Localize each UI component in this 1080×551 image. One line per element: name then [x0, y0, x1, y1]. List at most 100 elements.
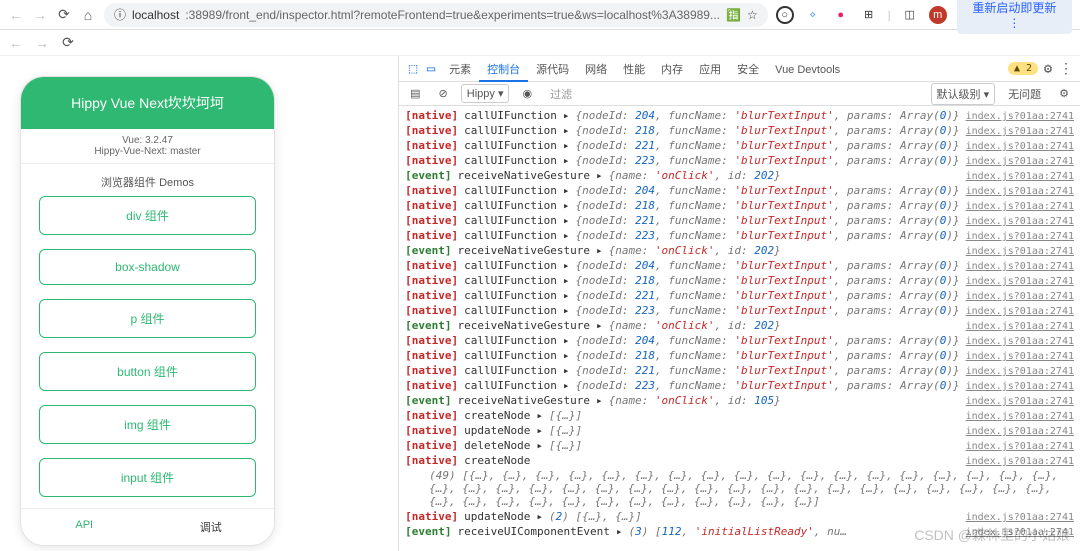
component-item[interactable]: div 组件 [39, 196, 256, 235]
console-row[interactable]: [native]callUIFunction▸{nodeId: 223, fun… [399, 228, 1080, 243]
log-source-link[interactable]: index.js?01aa:2741 [966, 351, 1074, 362]
devtools-tab[interactable]: 性能 [615, 60, 653, 80]
console-row[interactable]: [native]callUIFunction▸{nodeId: 204, fun… [399, 108, 1080, 123]
log-source-link[interactable]: index.js?01aa:2741 [966, 381, 1074, 392]
console-row[interactable]: [native]callUIFunction▸{nodeId: 223, fun… [399, 303, 1080, 318]
log-source-link[interactable]: index.js?01aa:2741 [966, 171, 1074, 182]
log-source-link[interactable]: index.js?01aa:2741 [966, 186, 1074, 197]
component-item[interactable]: box-shadow [39, 249, 256, 285]
log-source-link[interactable]: index.js?01aa:2741 [966, 141, 1074, 152]
log-source-link[interactable]: index.js?01aa:2741 [966, 441, 1074, 452]
profile-avatar[interactable]: m [929, 6, 947, 24]
console-row[interactable]: [native]callUIFunction▸{nodeId: 218, fun… [399, 123, 1080, 138]
star-icon[interactable]: ☆ [747, 8, 758, 22]
log-level-selector[interactable]: 默认级别 ▾ [931, 83, 996, 105]
console-row[interactable]: [native]callUIFunction▸{nodeId: 204, fun… [399, 258, 1080, 273]
console-row[interactable]: [native]callUIFunction▸{nodeId: 223, fun… [399, 378, 1080, 393]
console-row[interactable]: [native]callUIFunction▸{nodeId: 204, fun… [399, 183, 1080, 198]
warning-count[interactable]: ▲ 2 [1008, 62, 1038, 75]
clear-console-icon[interactable]: ⊘ [434, 85, 453, 102]
address-bar[interactable]: ⓘ localhost :38989/front_end/inspector.h… [104, 3, 768, 27]
settings-icon[interactable]: ⚙ [1040, 61, 1056, 77]
console-row[interactable]: [native]callUIFunction▸{nodeId: 221, fun… [399, 363, 1080, 378]
devtools-tab[interactable]: 控制台 [479, 60, 528, 82]
console-row[interactable]: [native]callUIFunction▸{nodeId: 221, fun… [399, 213, 1080, 228]
log-source-link[interactable]: index.js?01aa:2741 [966, 336, 1074, 347]
devtools-tab[interactable]: 网络 [577, 60, 615, 80]
inspect-icon[interactable]: ⬚ [405, 61, 421, 77]
log-source-link[interactable]: index.js?01aa:2741 [966, 246, 1074, 257]
devtools-tab[interactable]: 安全 [729, 60, 767, 80]
log-source-link[interactable]: index.js?01aa:2741 [966, 396, 1074, 407]
log-source-link[interactable]: index.js?01aa:2741 [966, 276, 1074, 287]
log-source-link[interactable]: index.js?01aa:2741 [966, 201, 1074, 212]
panel-icon[interactable]: ◫ [901, 6, 919, 24]
console-settings-icon[interactable]: ⚙ [1054, 85, 1074, 102]
log-source-link[interactable]: index.js?01aa:2741 [966, 216, 1074, 227]
console-row[interactable]: [native]callUIFunction▸{nodeId: 218, fun… [399, 198, 1080, 213]
device-toggle-icon[interactable]: ▭ [423, 61, 439, 77]
component-item[interactable]: p 组件 [39, 299, 256, 338]
ext-icon-2[interactable]: ⋄ [804, 6, 822, 24]
log-source-link[interactable]: index.js?01aa:2741 [966, 111, 1074, 122]
log-source-link[interactable]: index.js?01aa:2741 [966, 512, 1074, 523]
log-source-link[interactable]: index.js?01aa:2741 [966, 156, 1074, 167]
console-row[interactable]: [event]receiveNativeGesture▸{name: 'onCl… [399, 168, 1080, 183]
console-row[interactable]: [native]callUIFunction▸{nodeId: 221, fun… [399, 138, 1080, 153]
console-output[interactable]: [native]callUIFunction▸{nodeId: 204, fun… [399, 106, 1080, 551]
update-button[interactable]: 重新启动即更新 ⋮ [957, 0, 1072, 34]
log-source-link[interactable]: index.js?01aa:2741 [966, 411, 1074, 422]
sub-back-icon[interactable]: ← [8, 35, 24, 51]
log-source-link[interactable]: index.js?01aa:2741 [966, 456, 1074, 467]
ext-icon-4[interactable]: ⊞ [860, 6, 878, 24]
console-row[interactable]: [native]deleteNode▸[{…}]index.js?01aa:27… [399, 438, 1080, 453]
component-item[interactable]: img 组件 [39, 405, 256, 444]
log-fn: callUIFunction [464, 154, 557, 167]
more-icon[interactable]: ⋮ [1058, 61, 1074, 77]
context-selector[interactable]: Hippy ▾ [461, 84, 510, 103]
tab-api[interactable]: API [21, 509, 148, 545]
sub-forward-icon[interactable]: → [34, 35, 50, 51]
devtools-tab[interactable]: 源代码 [528, 60, 577, 80]
component-list[interactable]: div 组件 box-shadow p 组件 button 组件 img 组件 input… [21, 196, 274, 508]
filter-input[interactable]: 过滤 [545, 84, 577, 104]
log-source-link[interactable]: index.js?01aa:2741 [966, 291, 1074, 302]
sub-reload-icon[interactable]: ⟳ [60, 35, 76, 51]
console-row[interactable]: [native]updateNode▸[{…}]index.js?01aa:27… [399, 423, 1080, 438]
log-source-link[interactable]: index.js?01aa:2741 [966, 126, 1074, 137]
back-icon[interactable]: ← [8, 7, 24, 23]
component-item[interactable]: input 组件 [39, 458, 256, 497]
log-source-link[interactable]: index.js?01aa:2741 [966, 261, 1074, 272]
console-row[interactable]: [native]callUIFunction▸{nodeId: 218, fun… [399, 348, 1080, 363]
console-row[interactable]: [event]receiveNativeGesture▸{name: 'onCl… [399, 243, 1080, 258]
console-row[interactable]: [native]callUIFunction▸{nodeId: 204, fun… [399, 333, 1080, 348]
reload-icon[interactable]: ⟳ [56, 7, 72, 23]
info-icon[interactable]: ⓘ [114, 6, 126, 23]
log-source-link[interactable]: index.js?01aa:2741 [966, 306, 1074, 317]
devtools-tab[interactable]: Vue Devtools [767, 60, 848, 80]
devtools-tab[interactable]: 应用 [691, 60, 729, 80]
home-icon[interactable]: ⌂ [80, 7, 96, 23]
console-row[interactable]: [native]createNodeindex.js?01aa:2741 [399, 453, 1080, 468]
log-source-link[interactable]: index.js?01aa:2741 [966, 426, 1074, 437]
log-source-link[interactable]: index.js?01aa:2741 [966, 321, 1074, 332]
sidebar-toggle-icon[interactable]: ▤ [405, 85, 425, 102]
forward-icon[interactable]: → [32, 7, 48, 23]
devtools-tab[interactable]: 内存 [653, 60, 691, 80]
console-row[interactable]: [event]receiveNativeGesture▸{name: 'onCl… [399, 393, 1080, 408]
console-row[interactable]: [event]receiveNativeGesture▸{name: 'onCl… [399, 318, 1080, 333]
tab-debug[interactable]: 调试 [148, 509, 275, 545]
ext-icon-3[interactable]: ● [832, 6, 850, 24]
devtools-tab[interactable]: 元素 [441, 60, 479, 80]
console-row[interactable]: [native]callUIFunction▸{nodeId: 223, fun… [399, 153, 1080, 168]
console-row[interactable]: [native]callUIFunction▸{nodeId: 218, fun… [399, 273, 1080, 288]
console-row[interactable]: [native]callUIFunction▸{nodeId: 221, fun… [399, 288, 1080, 303]
translate-icon[interactable]: 🈯 [726, 8, 741, 22]
console-row[interactable]: [native]updateNode▸(2) [{…}, {…}]index.j… [399, 509, 1080, 524]
log-source-link[interactable]: index.js?01aa:2741 [966, 366, 1074, 377]
component-item[interactable]: button 组件 [39, 352, 256, 391]
live-expr-icon[interactable]: ◉ [517, 85, 537, 102]
console-row[interactable]: [native]createNode▸[{…}]index.js?01aa:27… [399, 408, 1080, 423]
ext-icon-1[interactable]: ○ [776, 6, 794, 24]
log-source-link[interactable]: index.js?01aa:2741 [966, 231, 1074, 242]
